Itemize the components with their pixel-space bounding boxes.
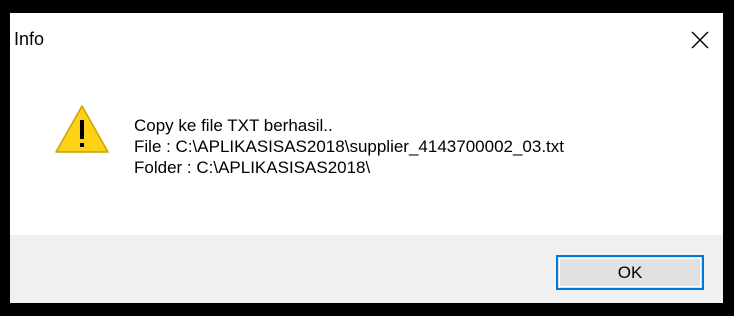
dialog-content: Copy ke file TXT berhasil.. File : C:\AP… [10, 71, 723, 231]
dialog-title: Info [14, 29, 45, 49]
close-button[interactable] [677, 17, 723, 63]
warning-icon [55, 105, 109, 153]
dialog-footer: OK [10, 235, 723, 303]
folder-path-line: Folder : C:\APLIKASISAS2018\ [134, 158, 371, 177]
title-bar: Info [10, 13, 723, 71]
close-icon [691, 31, 709, 49]
message-dialog: Info Copy ke file TXT berhasil.. File : … [10, 13, 723, 303]
file-path-line: File : C:\APLIKASISAS2018\supplier_41437… [134, 137, 565, 156]
message-text: Copy ke file TXT berhasil.. File : C:\AP… [134, 115, 564, 178]
ok-button[interactable]: OK [556, 255, 704, 290]
message-line: Copy ke file TXT berhasil.. [134, 116, 333, 135]
